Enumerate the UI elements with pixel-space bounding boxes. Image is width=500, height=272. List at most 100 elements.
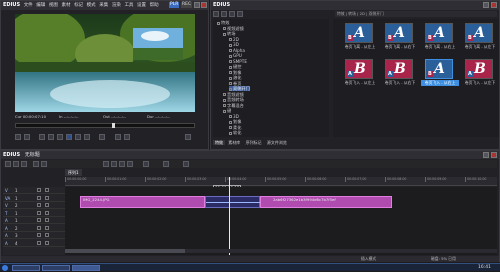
tab-effects[interactable]: 特效 bbox=[213, 140, 225, 145]
track-mute-icon[interactable] bbox=[45, 218, 49, 222]
tree-item[interactable]: 音频转场 bbox=[223, 97, 244, 102]
folder-expander-icon[interactable] bbox=[223, 98, 226, 102]
start-button[interactable] bbox=[2, 265, 8, 271]
scrollbar-thumb[interactable] bbox=[65, 249, 185, 253]
paste-icon[interactable] bbox=[119, 161, 125, 167]
sequence-tab[interactable]: 序列1 bbox=[65, 169, 82, 176]
track-mute-icon[interactable] bbox=[45, 203, 49, 207]
track-mute-icon[interactable] bbox=[45, 233, 49, 237]
timeline-ruler[interactable]: 00:00:00:00 00:00:01:00 00:00:02:00 00:00:0… bbox=[65, 177, 497, 186]
track-lock-icon[interactable] bbox=[37, 233, 41, 237]
folder-expander-icon[interactable] bbox=[229, 82, 232, 85]
folder-expander-icon[interactable] bbox=[229, 131, 232, 135]
tree-item[interactable]: 字幕混合 bbox=[223, 103, 244, 108]
tree-item[interactable]: 键 bbox=[223, 108, 231, 113]
menu-edit[interactable]: 编辑 bbox=[36, 3, 45, 8]
tree-item[interactable]: Alpha bbox=[229, 48, 245, 53]
timeline-close-button[interactable] bbox=[491, 152, 497, 158]
render-icon[interactable] bbox=[183, 161, 189, 167]
clip-image-1[interactable]: IMG_2244.JPG bbox=[80, 196, 205, 208]
set-in-button[interactable] bbox=[15, 134, 21, 140]
track-header[interactable]: T1 bbox=[3, 210, 67, 217]
tree-item[interactable]: 特效 bbox=[217, 20, 229, 25]
folder-expander-icon[interactable] bbox=[229, 38, 232, 41]
new-sequence-icon[interactable] bbox=[5, 161, 11, 167]
menu-mode[interactable]: 模式 bbox=[87, 3, 96, 8]
tab-sequence-marker[interactable]: 序列标记 bbox=[244, 140, 264, 145]
track-header[interactable]: A3 bbox=[3, 232, 67, 239]
tree-item[interactable]: 划像 bbox=[229, 119, 241, 124]
menu-capture[interactable]: 采集 bbox=[99, 3, 108, 8]
track-header[interactable]: A2 bbox=[3, 225, 67, 232]
folder-expander-icon[interactable] bbox=[229, 71, 232, 74]
track-lock-icon[interactable] bbox=[37, 195, 41, 200]
track-row[interactable] bbox=[65, 225, 497, 232]
track-mute-icon[interactable] bbox=[45, 188, 49, 192]
track-header[interactable]: A1 bbox=[3, 217, 67, 224]
folder-expander-icon[interactable] bbox=[217, 21, 220, 25]
rec-badge[interactable]: REC bbox=[181, 2, 193, 8]
folder-expander-icon[interactable] bbox=[223, 93, 226, 96]
transition-preset[interactable]: A B 卷页飞入 - 从右上 bbox=[421, 59, 459, 86]
player-scrubber[interactable] bbox=[15, 123, 195, 128]
horizontal-scrollbar[interactable] bbox=[65, 249, 497, 253]
timeline-minimize-button[interactable] bbox=[483, 152, 489, 158]
effects-close-button[interactable] bbox=[491, 2, 497, 8]
menu-tools[interactable]: 工具 bbox=[124, 3, 133, 8]
rewind-button[interactable] bbox=[48, 134, 54, 140]
track-row[interactable] bbox=[65, 217, 497, 224]
track-mute-icon[interactable] bbox=[45, 210, 49, 215]
mixer-icon[interactable] bbox=[163, 161, 169, 167]
taskbar-item-explorer[interactable] bbox=[12, 265, 40, 271]
tree-item[interactable]: 音频滤镜 bbox=[223, 92, 244, 97]
folder-expander-icon[interactable] bbox=[229, 120, 232, 124]
track-row[interactable] bbox=[65, 240, 497, 247]
menu-render[interactable]: 渲染 bbox=[112, 3, 121, 8]
menu-view[interactable]: 视图 bbox=[49, 3, 58, 8]
track-row[interactable] bbox=[65, 187, 497, 194]
transition-preset[interactable]: A B 卷页飞离 - 从右下 bbox=[385, 23, 415, 50]
folder-expander-icon[interactable] bbox=[223, 109, 226, 113]
view-icon[interactable] bbox=[229, 11, 235, 17]
transition-preset[interactable]: B A 卷页飞入 - 从右下 bbox=[385, 59, 415, 86]
track-lock-icon[interactable] bbox=[37, 210, 41, 215]
tree-item[interactable]: 2D bbox=[229, 37, 239, 42]
timeline-cursor-line[interactable] bbox=[229, 177, 230, 255]
menu-marker[interactable]: 标记 bbox=[74, 3, 83, 8]
tab-source-browser[interactable]: 源文件浏览 bbox=[265, 140, 289, 145]
track-header[interactable]: V1 bbox=[3, 187, 67, 194]
tree-item[interactable]: 3D bbox=[229, 42, 239, 47]
undo-icon[interactable] bbox=[33, 161, 39, 167]
folder-expander-icon[interactable] bbox=[223, 32, 226, 36]
up-folder-icon[interactable] bbox=[221, 11, 227, 17]
folder-expander-icon[interactable] bbox=[229, 60, 232, 63]
transition-preset[interactable]: A B 卷页飞离 - 从右上 bbox=[425, 23, 455, 50]
tree-item[interactable]: SMPTE bbox=[229, 59, 247, 64]
tree-item[interactable]: 溶化 bbox=[229, 75, 241, 80]
taskbar-item-browser[interactable] bbox=[42, 265, 70, 271]
folder-expander-icon[interactable] bbox=[229, 87, 232, 91]
scrubber-handle[interactable] bbox=[112, 123, 115, 128]
tree-item[interactable]: 柔化 bbox=[229, 125, 241, 130]
overwrite-to-timeline-button[interactable] bbox=[124, 134, 130, 140]
tree-item[interactable]: 双侧开门 bbox=[229, 86, 250, 91]
track-mute-icon[interactable] bbox=[45, 195, 49, 200]
transition-preset[interactable]: B A 卷页飞入 - 从左上 bbox=[345, 59, 375, 86]
transition-preset[interactable]: B A 卷页飞入 - 从左下 bbox=[465, 59, 495, 86]
delete-icon[interactable] bbox=[127, 161, 133, 167]
tree-item[interactable]: 转场 bbox=[223, 31, 235, 36]
track-lock-icon[interactable] bbox=[37, 225, 41, 230]
prev-edit-button[interactable] bbox=[39, 134, 45, 140]
track-lock-icon[interactable] bbox=[37, 218, 41, 222]
track-row[interactable] bbox=[65, 210, 497, 217]
close-button[interactable] bbox=[201, 2, 207, 8]
folder-expander-icon[interactable] bbox=[229, 49, 232, 52]
folder-expander-icon[interactable] bbox=[223, 27, 226, 30]
open-icon[interactable] bbox=[13, 161, 19, 167]
minimize-button[interactable] bbox=[194, 2, 200, 8]
transition-preset[interactable]: A B 卷页飞离 - 从左上 bbox=[345, 23, 375, 50]
track-lock-icon[interactable] bbox=[37, 188, 41, 192]
next-edit-button[interactable] bbox=[84, 134, 90, 140]
track-header[interactable]: VA 1 bbox=[3, 195, 67, 202]
folder-expander-icon[interactable] bbox=[229, 126, 232, 129]
